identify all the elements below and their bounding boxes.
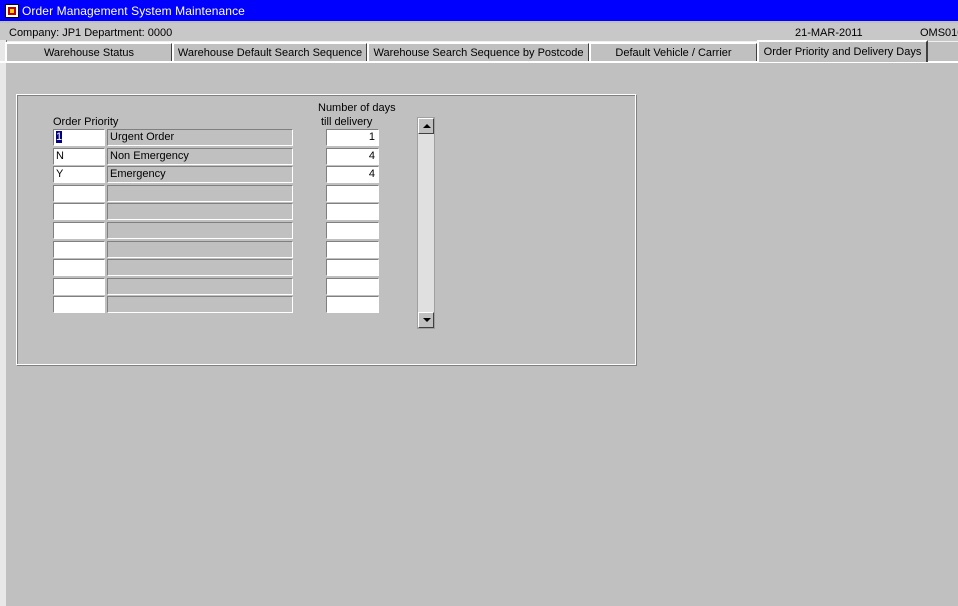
priority-description-field [107, 296, 293, 313]
priority-description-field: Emergency [107, 166, 293, 183]
priority-code-field[interactable] [53, 222, 105, 239]
delivery-days-field[interactable]: 4 [326, 148, 379, 165]
delivery-days-field[interactable] [326, 278, 379, 295]
arrow-up-icon[interactable] [418, 118, 434, 134]
priority-code-field[interactable]: N [53, 148, 105, 165]
tab-label: Default Vehicle / Carrier [615, 47, 732, 59]
tab-warehouse-default-search-sequence[interactable]: Warehouse Default Search Sequence [172, 42, 368, 62]
delivery-days-field[interactable] [326, 259, 379, 276]
company-department-label: Company: JP1 Department: 0000 [9, 27, 173, 39]
delivery-days-field[interactable] [326, 222, 379, 239]
priority-code-field[interactable] [53, 241, 105, 258]
tab-label: Order Priority and Delivery Days [763, 46, 922, 58]
oracle-forms-icon[interactable] [5, 3, 19, 18]
priority-description-field: Urgent Order [107, 129, 293, 146]
priority-description-field [107, 203, 293, 220]
tab-warehouse-status[interactable]: Warehouse Status [5, 42, 173, 62]
priority-description-field [107, 185, 293, 202]
tab-label: Warehouse Status [43, 47, 135, 59]
priority-code-field[interactable]: 1 [53, 129, 105, 146]
priority-description-field [107, 278, 293, 295]
delivery-days-field[interactable] [326, 203, 379, 220]
window-titlebar: Order Management System Maintenance [0, 0, 958, 21]
tab-warehouse-search-sequence-by-postcode[interactable]: Warehouse Search Sequence by Postcode [367, 42, 590, 62]
days-label-line1: Number of days [318, 102, 396, 114]
delivery-days-field[interactable] [326, 296, 379, 313]
form-id: OMS010 [920, 27, 958, 39]
current-date: 21-MAR-2011 [795, 27, 863, 39]
arrow-down-icon[interactable] [418, 312, 434, 328]
priority-description-field [107, 222, 293, 239]
priority-description-field [107, 241, 293, 258]
priority-description-field [107, 259, 293, 276]
delivery-days-field[interactable] [326, 185, 379, 202]
tab-default-vehicle-carrier[interactable]: Default Vehicle / Carrier [589, 42, 758, 62]
delivery-days-field[interactable] [326, 241, 379, 258]
priority-code-field[interactable] [53, 203, 105, 220]
priority-code-field[interactable] [53, 278, 105, 295]
tab-label: Warehouse Default Search Sequence [177, 47, 363, 59]
priority-description-field: Non Emergency [107, 148, 293, 165]
priority-code-field[interactable] [53, 259, 105, 276]
days-label-line2: till delivery [321, 116, 373, 128]
priority-code-field[interactable] [53, 296, 105, 313]
priority-code-field[interactable]: Y [53, 166, 105, 183]
tab-order-priority-delivery-days[interactable]: Order Priority and Delivery Days [757, 40, 928, 62]
tab-label: Warehouse Search Sequence by Postcode [373, 47, 584, 59]
window-title: Order Management System Maintenance [22, 3, 245, 18]
delivery-days-field[interactable]: 1 [326, 129, 379, 146]
order-priority-label: Order Priority [53, 116, 119, 128]
priority-code-field[interactable] [53, 185, 105, 202]
vertical-scrollbar[interactable] [417, 117, 435, 329]
delivery-days-field[interactable]: 4 [326, 166, 379, 183]
text-cursor: 1 [56, 131, 63, 143]
